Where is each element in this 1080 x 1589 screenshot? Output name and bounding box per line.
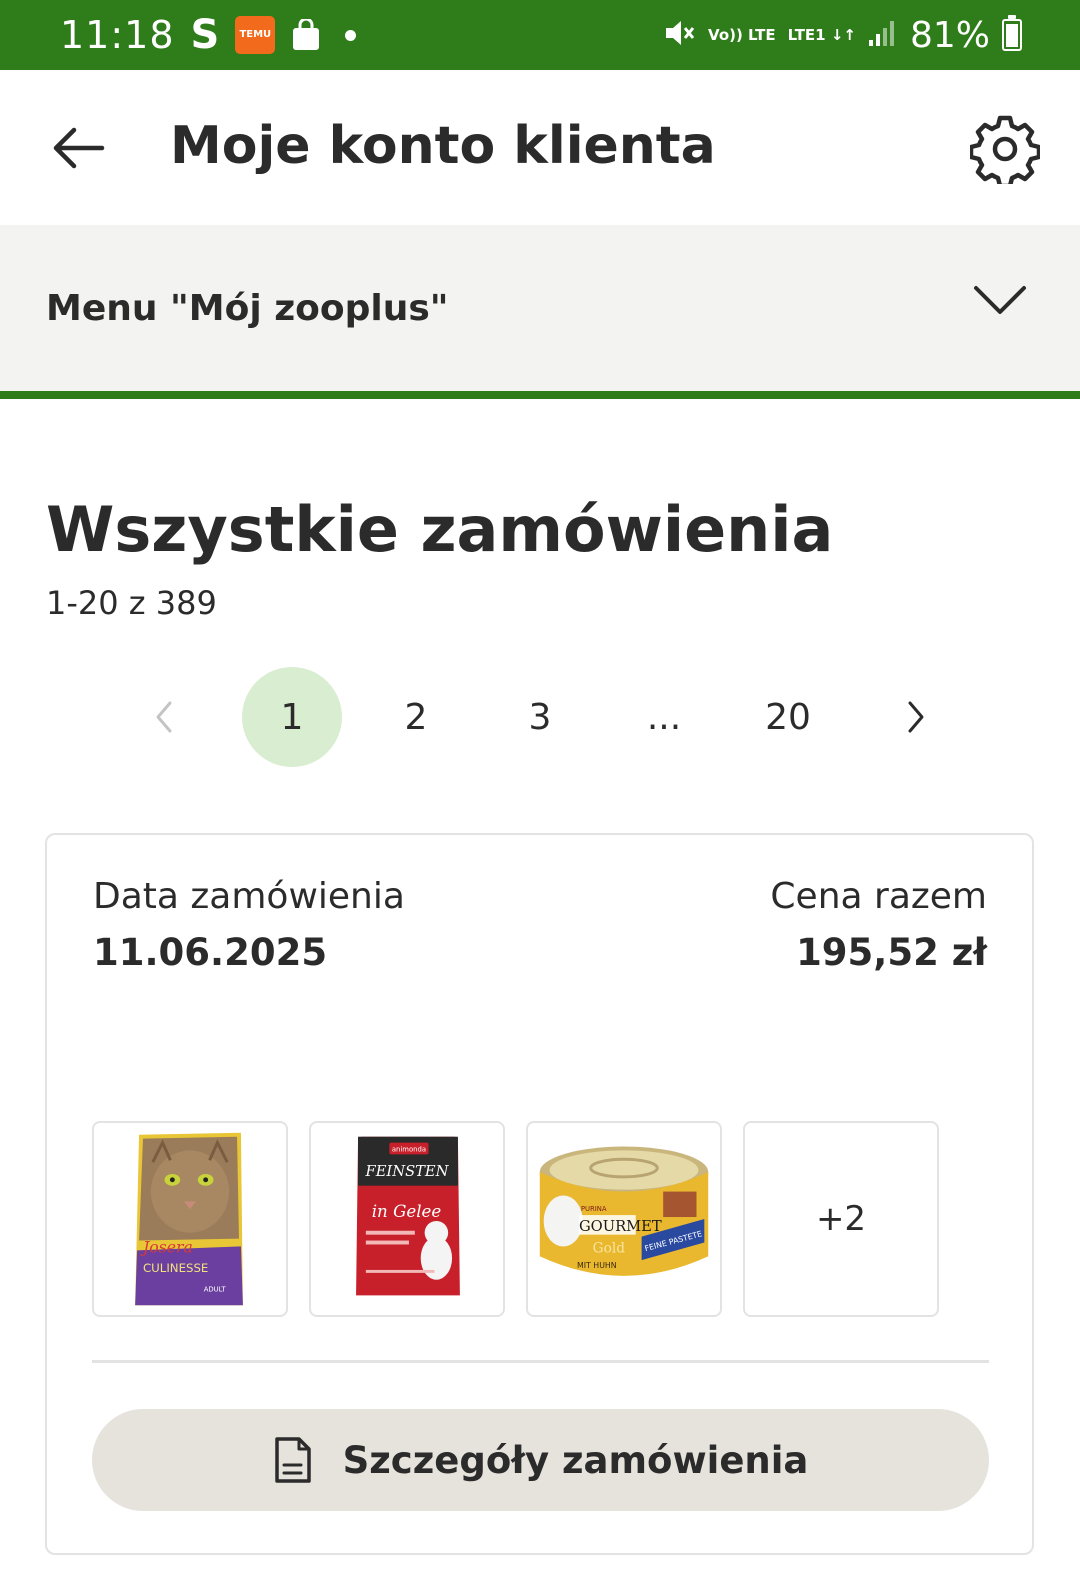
back-button[interactable] — [48, 118, 108, 178]
shopping-bag-icon — [291, 17, 321, 51]
pagination-ellipsis: ... — [646, 696, 682, 738]
product-thumbnail-3[interactable]: PURINA GOURMET Gold FEINE PASTETE MIT HU… — [526, 1121, 722, 1317]
page-title: Moje konto klienta — [170, 116, 716, 176]
product-thumbnail-2[interactable]: animonda FEINSTEN in Gelee — [309, 1121, 505, 1317]
battery-percent: 81% — [909, 14, 990, 56]
orders-count: 1-20 z 389 — [46, 584, 217, 622]
s-indicator: S — [190, 12, 220, 58]
animonda-brand-text: animonda — [392, 1145, 426, 1153]
josera-brand-text: Josera — [140, 1237, 193, 1256]
animonda-feinsten-pouch-image: animonda FEINSTEN in Gelee — [356, 1136, 460, 1296]
battery-icon — [1002, 15, 1022, 51]
pagination-page-20[interactable]: 20 — [738, 667, 838, 767]
order-card: Data zamówienia 11.06.2025 Cena razem 19… — [45, 833, 1034, 1555]
josera-adult-text: ADULT — [204, 1285, 227, 1293]
culinesse-text: CULINESSE — [143, 1261, 208, 1275]
pagination-page-2[interactable]: 2 — [366, 667, 466, 767]
mit-huhn-text: MIT HUHN — [577, 1261, 617, 1270]
orders-title: Wszystkie zamówienia — [46, 493, 834, 566]
signal-icon — [868, 18, 898, 52]
product-thumbnail-1[interactable]: Josera CULINESSE ADULT — [92, 1121, 288, 1317]
more-products-thumbnail[interactable]: +2 — [743, 1121, 939, 1317]
in-gelee-text: in Gelee — [372, 1202, 442, 1221]
order-date: 11.06.2025 — [93, 931, 328, 974]
gourmet-gold-can-image: PURINA GOURMET Gold FEINE PASTETE MIT HU… — [539, 1146, 709, 1276]
mute-icon — [662, 16, 696, 54]
pagination-prev-button[interactable] — [115, 667, 215, 767]
chevron-down-icon — [974, 286, 1026, 314]
network-label-top: Vo)) LTE — [708, 25, 776, 44]
status-right: Vo)) LTE LTE1 ↓↑ 81% — [662, 0, 1022, 70]
app-header: Moje konto klienta — [0, 70, 1080, 225]
order-total: 195,52 zł — [796, 931, 987, 974]
my-zooplus-menu-dropdown[interactable]: Menu "Mój zooplus" — [0, 225, 1080, 391]
status-bar: 11:18 S TEMU Vo)) LTE LTE1 ↓↑ 81% — [0, 0, 1080, 70]
order-total-label: Cena razem — [770, 876, 987, 917]
network-label-bottom: LTE1 ↓↑ — [787, 25, 856, 44]
pagination-page-3[interactable]: 3 — [490, 667, 590, 767]
pagination-page-1[interactable]: 1 — [242, 667, 342, 767]
settings-button[interactable] — [968, 114, 1042, 189]
temu-icon: TEMU — [235, 16, 276, 54]
notification-dot-icon — [345, 29, 357, 41]
gourmet-text: GOURMET — [579, 1218, 662, 1235]
chevron-left-icon — [156, 701, 172, 733]
status-left: 11:18 S TEMU — [60, 0, 357, 70]
card-divider — [92, 1360, 989, 1363]
menu-label: Menu "Mój zooplus" — [46, 288, 449, 329]
pagination-next-button[interactable] — [865, 667, 965, 767]
arrow-left-icon — [53, 127, 105, 169]
battery-fill — [1006, 24, 1018, 47]
feinsten-text: FEINSTEN — [365, 1163, 450, 1180]
document-icon — [274, 1437, 311, 1483]
order-details-label: Szczegóły zamówienia — [342, 1438, 809, 1482]
gear-icon — [968, 115, 1042, 189]
order-details-button[interactable]: Szczegóły zamówienia — [92, 1409, 989, 1511]
chevron-right-icon — [908, 701, 924, 733]
menu-accent-line — [0, 391, 1080, 399]
purina-text: PURINA — [581, 1205, 607, 1213]
order-date-label: Data zamówienia — [93, 876, 405, 917]
status-time: 11:18 — [60, 13, 175, 57]
gold-text: Gold — [593, 1240, 626, 1256]
josera-cat-food-bag-image: Josera CULINESSE ADULT — [135, 1132, 243, 1306]
